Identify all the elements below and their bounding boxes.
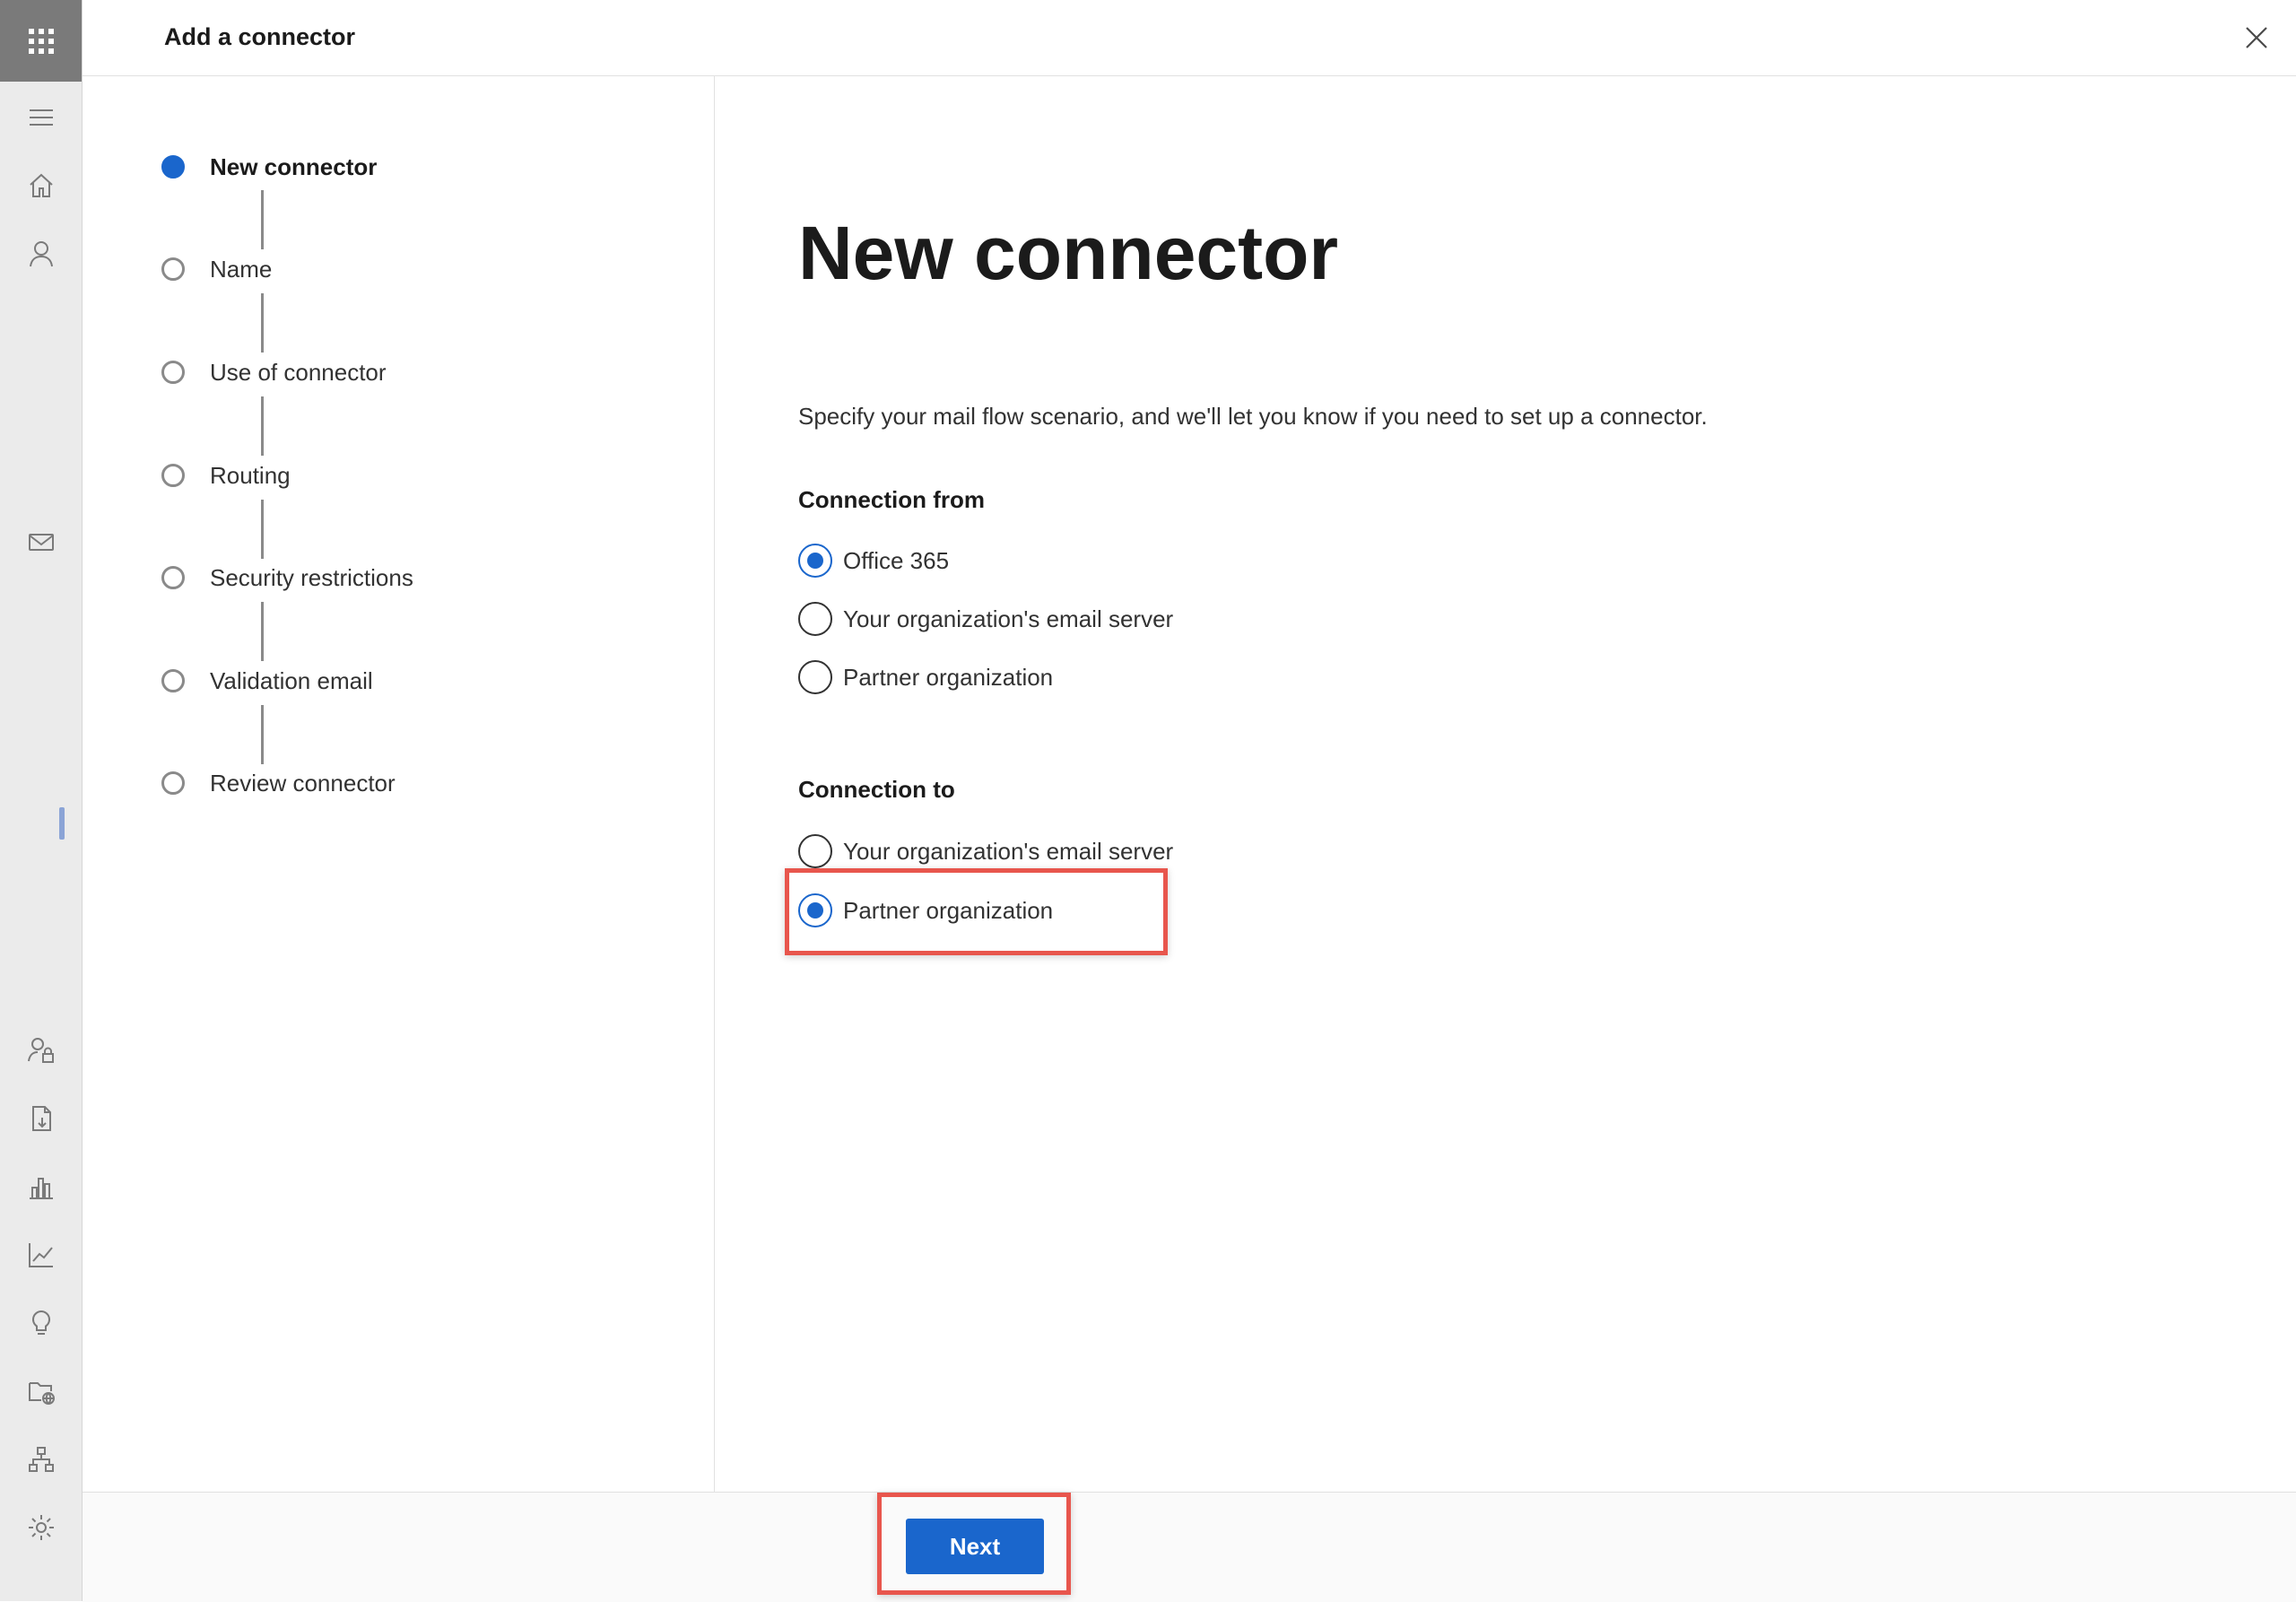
reports-icon[interactable] [22,1168,60,1206]
step-connector-line [261,396,264,456]
step-connector-line [261,500,264,559]
panel-footer: Next [83,1492,2296,1602]
radio-indicator [798,660,832,694]
step-indicator [161,155,185,178]
step-use-of-connector[interactable]: Use of connector [161,354,387,390]
wizard-steps: New connector Name Use of connector Rout… [83,76,715,1492]
radio-indicator [798,834,832,868]
connection-from-label: Connection from [798,486,985,513]
step-validation-email[interactable]: Validation email [161,663,373,699]
home-icon[interactable] [22,167,60,205]
folder-globe-icon[interactable] [22,1372,60,1410]
nav-rail [0,0,83,1601]
step-new-connector[interactable]: New connector [161,149,377,185]
highlight-box [785,868,1168,955]
step-review-connector[interactable]: Review connector [161,765,396,801]
connection-to-label: Connection to [798,776,955,803]
step-label: New connector [210,152,378,180]
settings-icon[interactable] [22,1509,60,1546]
step-indicator [161,566,185,589]
close-button[interactable] [2240,22,2273,54]
step-indicator [161,771,185,795]
step-label: Name [210,255,273,283]
radio-label: Office 365 [843,546,950,574]
step-name[interactable]: Name [161,251,272,287]
to-org-email-server-radio[interactable]: Your organization's email server [798,832,1173,870]
step-label: Security restrictions [210,563,413,591]
page-title: New connector [798,211,1339,295]
from-partner-org-radio[interactable]: Partner organization [798,658,1053,696]
main-content: New connector Specify your mail flow sce… [715,76,2296,1492]
step-indicator [161,669,185,692]
step-label: Routing [210,461,291,489]
step-connector-line [261,190,264,249]
step-label: Validation email [210,666,373,694]
next-button[interactable]: Next [906,1519,1044,1574]
radio-label: Your organization's email server [843,605,1174,632]
radio-indicator [798,602,832,636]
radio-indicator [798,544,832,578]
from-office-365-radio[interactable]: Office 365 [798,542,949,579]
step-indicator [161,361,185,384]
panel-header: Add a connector [83,0,2296,76]
user-lock-icon[interactable] [22,1032,60,1069]
step-connector-line [261,602,264,661]
radio-label: Your organization's email server [843,837,1174,865]
document-icon[interactable] [22,1100,60,1137]
step-indicator [161,464,185,487]
menu-icon[interactable] [22,99,60,136]
from-org-email-server-radio[interactable]: Your organization's email server [798,600,1173,638]
line-chart-icon[interactable] [22,1236,60,1274]
step-label: Use of connector [210,358,387,386]
active-indicator [59,807,65,840]
step-security-restrictions[interactable]: Security restrictions [161,560,413,596]
step-routing[interactable]: Routing [161,457,291,493]
panel-title: Add a connector [164,23,356,50]
step-connector-line [261,293,264,353]
app-launcher-icon[interactable] [0,0,82,82]
close-icon [2246,27,2267,48]
scenario-description: Specify your mail flow scenario, and we'… [798,403,1708,430]
lightbulb-icon[interactable] [22,1304,60,1342]
mail-icon[interactable] [22,523,60,561]
radio-label: Partner organization [843,663,1054,691]
person-icon[interactable] [22,235,60,273]
org-chart-icon[interactable] [22,1441,60,1478]
step-indicator [161,257,185,281]
step-connector-line [261,705,264,764]
step-label: Review connector [210,769,396,797]
